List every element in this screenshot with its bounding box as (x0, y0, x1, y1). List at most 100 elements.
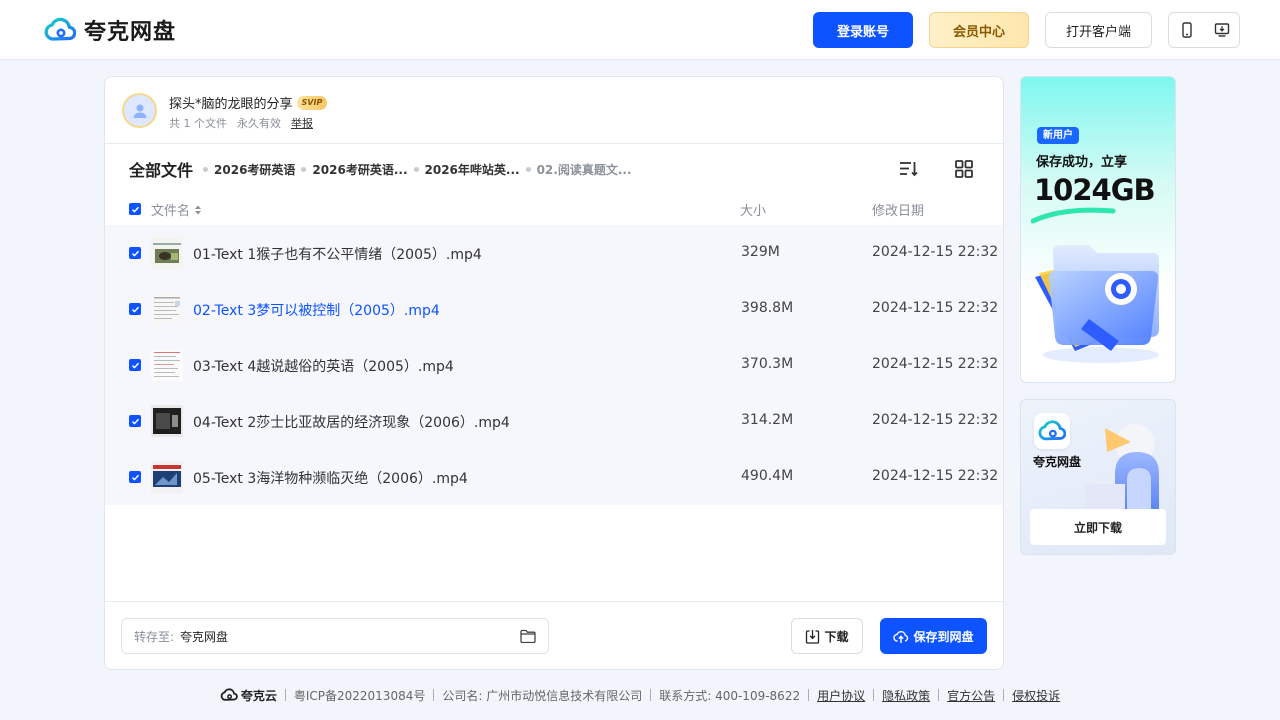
file-list: 01-Text 1猴子也有不公平情绪（2005）.mp4 329M 2024-1… (105, 225, 1003, 505)
footer-divider (938, 689, 940, 701)
new-user-badge: 新用户 (1037, 127, 1079, 144)
download-button[interactable]: 下载 (791, 618, 863, 654)
device-download-group (1168, 12, 1240, 48)
file-date: 2024-12-15 22:32 (872, 300, 999, 316)
file-name[interactable]: 03-Text 4越说越俗的英语（2005）.mp4 (193, 356, 454, 376)
table-row[interactable]: 03-Text 4越说越俗的英语（2005）.mp4 370.3M 2024-1… (105, 337, 1003, 393)
breadcrumb-item[interactable]: 2026年哔站英... (425, 161, 520, 178)
table-row[interactable]: 04-Text 2莎士比亚故居的经济现象（2006）.mp4 314.2M 20… (105, 393, 1003, 449)
new-user-promo-banner[interactable]: 新用户 保存成功，立享 1024GB (1020, 76, 1176, 383)
folder-illustration (1035, 245, 1159, 363)
footer-divider (650, 689, 652, 701)
privacy-policy-link[interactable]: 隐私政策 (882, 687, 930, 704)
app-download-banner[interactable]: 夸克网盘 立即下载 (1020, 399, 1176, 555)
promo-storage-amount: 1024GB (1034, 173, 1156, 207)
row-checkbox[interactable] (129, 415, 141, 427)
folder-icon[interactable] (520, 629, 536, 643)
share-title: 探头*脑的龙眼的分享 SVIP (169, 93, 328, 112)
file-date: 2024-12-15 22:32 (872, 356, 999, 372)
download-now-button[interactable]: 立即下载 (1030, 509, 1166, 545)
footer-company: 公司名: 广州市动悦信息技术有限公司 (442, 688, 643, 703)
file-name[interactable]: 05-Text 3海洋物种濒临灭绝（2006）.mp4 (193, 468, 468, 488)
sort-arrows-icon (195, 205, 202, 214)
cloud-illustration (1085, 424, 1159, 514)
app-icon (1034, 413, 1070, 449)
share-header: 探头*脑的龙眼的分享 SVIP 共 1 个文件 永久有效 举报 (105, 77, 1003, 144)
action-bar: 转存至: 夸克网盘 下载 保存到网盘 (105, 601, 1003, 669)
grid-view-icon[interactable] (953, 158, 975, 180)
footer-brand: 夸克云 (220, 687, 277, 704)
user-agreement-link[interactable]: 用户协议 (817, 687, 865, 704)
table-header: 文件名 大小 修改日期 (105, 197, 1003, 221)
login-button[interactable]: 登录账号 (813, 12, 913, 48)
column-size-header: 大小 (740, 204, 767, 219)
file-date: 2024-12-15 22:32 (872, 412, 999, 428)
file-size: 370.3M (741, 356, 794, 372)
footer-divider (1003, 689, 1005, 701)
save-to-drive-button[interactable]: 保存到网盘 (880, 618, 987, 654)
download-icon (806, 629, 820, 644)
app-name: 夸克网盘 (1033, 455, 1082, 469)
footer-brand-text: 夸克云 (240, 688, 277, 703)
save-to-drive-label: 保存到网盘 (913, 629, 974, 644)
quark-logo[interactable]: 夸克网盘 (44, 14, 176, 46)
row-checkbox[interactable] (129, 303, 141, 315)
breadcrumb-separator (301, 166, 307, 172)
file-date: 2024-12-15 22:32 (872, 468, 999, 484)
footer-divider (873, 689, 875, 701)
breadcrumb: 全部文件 2026考研英语 2026考研英语... 2026年哔站英... 02… (129, 157, 632, 181)
footer-icp: 粤ICP备2022013084号 (293, 688, 426, 703)
file-size: 329M (741, 244, 780, 260)
open-client-button[interactable]: 打开客户端 (1045, 12, 1152, 48)
file-name[interactable]: 02-Text 3梦可以被控制（2005）.mp4 (193, 300, 440, 320)
row-checkbox[interactable] (129, 359, 141, 371)
file-count: 共 1 个文件 (169, 117, 227, 130)
swoosh-decoration (1031, 207, 1116, 224)
official-notice-link[interactable]: 官方公告 (947, 687, 995, 704)
file-name[interactable]: 04-Text 2莎士比亚故居的经济现象（2006）.mp4 (193, 412, 510, 432)
column-name-header[interactable]: 文件名 (151, 200, 202, 219)
report-link[interactable]: 举报 (291, 115, 313, 131)
share-meta: 共 1 个文件 永久有效 举报 (169, 115, 313, 131)
footer-divider (284, 689, 286, 701)
quark-cloud-icon (220, 688, 238, 701)
share-card: 探头*脑的龙眼的分享 SVIP 共 1 个文件 永久有效 举报 全部文件 202… (104, 76, 1004, 670)
video-thumbnail (151, 293, 183, 325)
share-title-text: 探头*脑的龙眼的分享 (169, 97, 293, 112)
validity: 永久有效 (237, 117, 281, 130)
breadcrumb-item[interactable]: 2026考研英语 (214, 161, 295, 178)
sort-icon[interactable] (897, 158, 919, 180)
cloud-logo-icon (1038, 420, 1066, 441)
breadcrumb-item[interactable]: 2026考研英语... (312, 161, 407, 178)
footer-divider (808, 689, 810, 701)
logo-text: 夸克网盘 (84, 20, 177, 45)
mobile-icon[interactable] (1172, 15, 1202, 45)
save-location-value: 夸克网盘 (180, 629, 229, 644)
row-checkbox[interactable] (129, 471, 141, 483)
breadcrumb-current[interactable]: 02.阅读真题文... (537, 161, 632, 178)
download-label: 下载 (824, 629, 849, 644)
avatar (122, 93, 157, 128)
breadcrumb-separator (203, 166, 209, 172)
file-size: 314.2M (741, 412, 794, 428)
table-row[interactable]: 02-Text 3梦可以被控制（2005）.mp4 398.8M 2024-12… (105, 281, 1003, 337)
file-name[interactable]: 01-Text 1猴子也有不公平情绪（2005）.mp4 (193, 244, 482, 264)
row-checkbox[interactable] (129, 247, 141, 259)
column-date-header: 修改日期 (872, 204, 925, 219)
table-row[interactable]: 05-Text 3海洋物种濒临灭绝（2006）.mp4 490.4M 2024-… (105, 449, 1003, 505)
table-row[interactable]: 01-Text 1猴子也有不公平情绪（2005）.mp4 329M 2024-1… (105, 225, 1003, 281)
vip-center-button[interactable]: 会员中心 (929, 12, 1029, 48)
promo-text: 保存成功，立享 (1036, 155, 1128, 170)
user-icon (133, 104, 146, 118)
svip-badge: SVIP (296, 95, 328, 110)
breadcrumb-root[interactable]: 全部文件 (129, 157, 193, 181)
footer-contact: 联系方式: 400-109-8622 (659, 688, 801, 703)
desktop-download-icon[interactable] (1207, 15, 1237, 45)
top-header: 夸克网盘 登录账号 会员中心 打开客户端 (0, 0, 1280, 60)
video-thumbnail (151, 461, 183, 493)
infringement-report-link[interactable]: 侵权投诉 (1012, 687, 1060, 704)
breadcrumb-separator (413, 166, 419, 172)
select-all-checkbox[interactable] (129, 203, 141, 215)
footer-divider (433, 689, 435, 701)
save-location-selector[interactable]: 转存至: 夸克网盘 (121, 618, 549, 654)
